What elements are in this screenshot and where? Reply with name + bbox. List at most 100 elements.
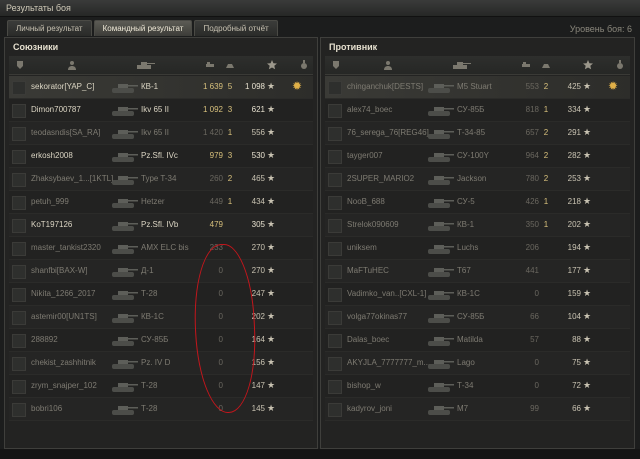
table-row[interactable]: Nikita_1266_2017 Т-28 0 247 ★ [9, 283, 313, 306]
table-row[interactable]: AKYJLA_7777777_m... Lago 0 75 ★ [325, 352, 630, 375]
table-row[interactable]: chekist_zashhitnik Pz. IV D 0 156 ★ [9, 352, 313, 375]
enemies-list: chinganchuk[DESTS] M5 Stuart 553 2 425 ★ ✹ alex… [325, 76, 630, 421]
kills-icon[interactable] [225, 60, 235, 70]
table-row[interactable]: master_tankist2320 AMX ELC bis 233 270 ★ [9, 237, 313, 260]
xp-star-icon: ★ [267, 81, 276, 91]
player-name: chinganchuk[DESTS] [347, 82, 424, 91]
tank-name: Ikv 65 II [141, 105, 170, 114]
table-row[interactable]: zrym_snajper_102 Т-28 0 147 ★ [9, 375, 313, 398]
xp-star-icon[interactable] [267, 60, 277, 70]
platoon-icon[interactable] [15, 60, 25, 70]
tank-image-icon [109, 170, 139, 187]
table-row[interactable]: teodasndis[SA_RA] Ikv 65 II 1 420 1 556 ★ [9, 122, 313, 145]
tab-personal-result[interactable]: Личный результат [7, 20, 92, 36]
tank-name: Т-28 [141, 381, 158, 390]
xp-star-icon: ★ [267, 242, 276, 252]
player-name: Strelok090609 [347, 220, 399, 229]
table-row[interactable]: 2SUPER_MARIO2 Jackson 780 2 253 ★ [325, 168, 630, 191]
medal-icon[interactable]: ✹ [608, 79, 618, 93]
damage-value: 0 [534, 289, 539, 298]
kills-value: 2 [543, 151, 549, 160]
table-row[interactable]: shanfbi[BAX-W] Д-1 0 270 ★ [9, 260, 313, 283]
table-row[interactable]: NooB_688 СУ-5 426 1 218 ★ [325, 191, 630, 214]
tab-detailed-report[interactable]: Подробный отчёт [194, 20, 278, 36]
table-row[interactable]: erkosh2008 Pz.Sfl. IVc 979 3 530 ★ [9, 145, 313, 168]
xp-value: 434 [251, 197, 265, 206]
xp-value: 291 [567, 128, 581, 137]
table-row[interactable]: uniksem Luchs 206 194 ★ [325, 237, 630, 260]
xp-value: 159 [567, 289, 581, 298]
damage-value: 1 639 [202, 82, 223, 91]
tank-name: Jackson [457, 174, 487, 183]
table-row[interactable]: MaFTuHEC T67 441 177 ★ [325, 260, 630, 283]
table-row[interactable]: tayger007 СУ-100Y 964 2 282 ★ [325, 145, 630, 168]
xp-star-icon: ★ [583, 81, 592, 91]
platoon-slot [12, 104, 26, 118]
table-row[interactable]: bobri106 Т-28 0 145 ★ [9, 398, 313, 421]
tank-image-icon [425, 400, 455, 417]
kills-value: 2 [543, 174, 549, 183]
tank-name: Д-1 [141, 266, 154, 275]
table-row[interactable]: chinganchuk[DESTS] M5 Stuart 553 2 425 ★ ✹ [325, 76, 630, 99]
table-row[interactable]: 76_serega_76[REG46] Т-34-85 657 2 291 ★ [325, 122, 630, 145]
xp-star-icon[interactable] [583, 60, 593, 70]
table-row[interactable]: KoT197126 Pz.Sfl. IVb 479 305 ★ [9, 214, 313, 237]
tank-name: Т-34-85 [457, 128, 486, 137]
tank-image-icon [425, 377, 455, 394]
tank-name: T67 [457, 266, 471, 275]
allies-title: Союзники [13, 42, 59, 52]
medal-icon[interactable] [615, 60, 625, 70]
table-row[interactable]: Vadimko_van..[CXL-1] КВ-1С 0 159 ★ [325, 283, 630, 306]
kills-value: 2 [227, 174, 233, 183]
player-name: Dalas_boec [347, 335, 390, 344]
player-name: master_tankist2320 [31, 243, 101, 252]
player-name: 76_serega_76[REG46] [347, 128, 429, 137]
medal-icon[interactable]: ✹ [292, 79, 302, 93]
platoon-slot [328, 219, 342, 233]
xp-value: 305 [251, 220, 265, 229]
tank-name: СУ-100Y [457, 151, 489, 160]
tank-image-icon [109, 193, 139, 210]
damage-value: 426 [525, 197, 539, 206]
platoon-icon[interactable] [331, 60, 341, 70]
player-icon[interactable] [383, 60, 393, 70]
table-row[interactable]: bishop_w Т-34 0 72 ★ [325, 375, 630, 398]
tank-image-icon [109, 101, 139, 118]
table-row[interactable]: Strelok090609 КВ-1 350 1 202 ★ [325, 214, 630, 237]
table-row[interactable]: 288892 СУ-85Б 0 164 ★ [9, 329, 313, 352]
table-row[interactable]: volga77okinas77 СУ-85Б 66 104 ★ [325, 306, 630, 329]
table-row[interactable]: Dalas_boec Matilda 57 88 ★ [325, 329, 630, 352]
kills-value: 2 [543, 128, 549, 137]
xp-star-icon: ★ [267, 127, 276, 137]
table-row[interactable]: petuh_999 Hetzer 449 1 434 ★ [9, 191, 313, 214]
tank-icon[interactable] [135, 60, 155, 70]
platoon-slot [12, 380, 26, 394]
tank-icon[interactable] [451, 60, 471, 70]
damage-icon[interactable] [521, 60, 531, 70]
player-name: kadyrov_joni [347, 404, 392, 413]
player-icon[interactable] [67, 60, 77, 70]
table-row[interactable]: alex74_boec СУ-85Б 818 1 334 ★ [325, 99, 630, 122]
table-row[interactable]: astemir00[UN1TS] КВ-1С 0 202 ★ [9, 306, 313, 329]
enemies-column-header [325, 56, 630, 75]
platoon-slot [12, 311, 26, 325]
medal-icon[interactable] [299, 60, 309, 70]
damage-value: 780 [525, 174, 539, 183]
tab-team-result[interactable]: Командный результат [93, 20, 193, 36]
tank-image-icon [425, 239, 455, 256]
table-row[interactable]: Dimon700787 Ikv 65 II 1 092 3 621 ★ [9, 99, 313, 122]
damage-value: 553 [525, 82, 539, 91]
table-row[interactable]: kadyrov_joni M7 99 66 ★ [325, 398, 630, 421]
table-row[interactable]: Zhaksybaev_1...[1KTL] Type T-34 260 2 465 ★ [9, 168, 313, 191]
xp-star-icon: ★ [583, 242, 592, 252]
damage-value: 206 [525, 243, 539, 252]
window-title: Результаты боя [6, 3, 71, 13]
xp-star-icon: ★ [267, 288, 276, 298]
kills-icon[interactable] [541, 60, 551, 70]
table-row[interactable]: sekorator[YAP_C] КВ-1 1 639 5 1 098 ★ ✹ [9, 76, 313, 99]
xp-star-icon: ★ [267, 173, 276, 183]
damage-value: 1 092 [202, 105, 223, 114]
damage-value: 964 [525, 151, 539, 160]
damage-icon[interactable] [205, 60, 215, 70]
enemies-title: Противник [329, 42, 378, 52]
